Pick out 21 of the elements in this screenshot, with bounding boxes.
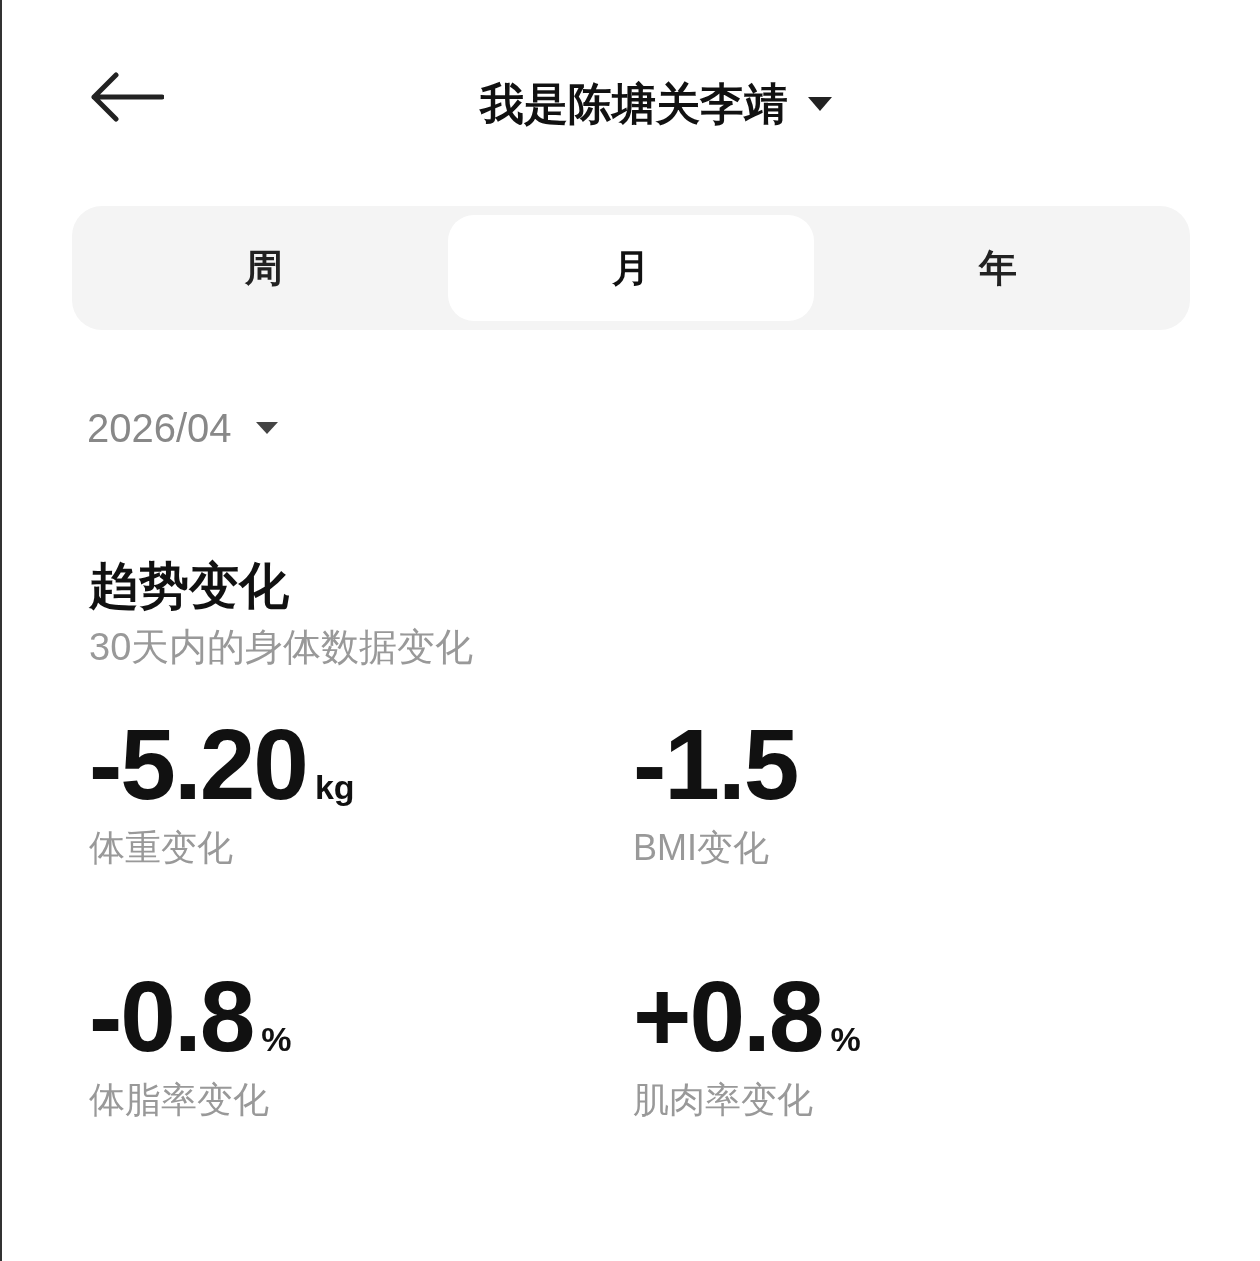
stat-label: 体重变化 [89, 826, 234, 870]
stat-label: BMI变化 [633, 826, 770, 870]
period-tab[interactable]: 周 [81, 215, 448, 321]
stat-label: 体脂率变化 [89, 1078, 270, 1122]
section-subtitle: 30天内的身体数据变化 [89, 625, 475, 670]
stat-unit: % [830, 1019, 861, 1060]
page-title[interactable]: 我是陈塘关李靖 [480, 71, 788, 137]
back-arrow-icon[interactable] [90, 72, 164, 122]
dropdown-caret-icon[interactable] [808, 97, 832, 111]
period-tab[interactable]: 月 [447, 215, 815, 321]
stat-value: -1.5 [633, 712, 798, 816]
date-selector[interactable]: 2026/04 [87, 398, 232, 458]
stat-unit: % [261, 1019, 292, 1060]
period-tab[interactable]: 年 [814, 215, 1181, 321]
stat-label: 肌肉率变化 [633, 1078, 814, 1122]
stat-value: +0.8 [633, 964, 823, 1068]
dropdown-caret-icon[interactable] [255, 422, 278, 434]
stat-value: -0.8 [89, 964, 254, 1068]
stat-value: -5.20 [89, 712, 307, 816]
section-title: 趋势变化 [89, 557, 290, 616]
stat-unit: kg [314, 767, 355, 808]
